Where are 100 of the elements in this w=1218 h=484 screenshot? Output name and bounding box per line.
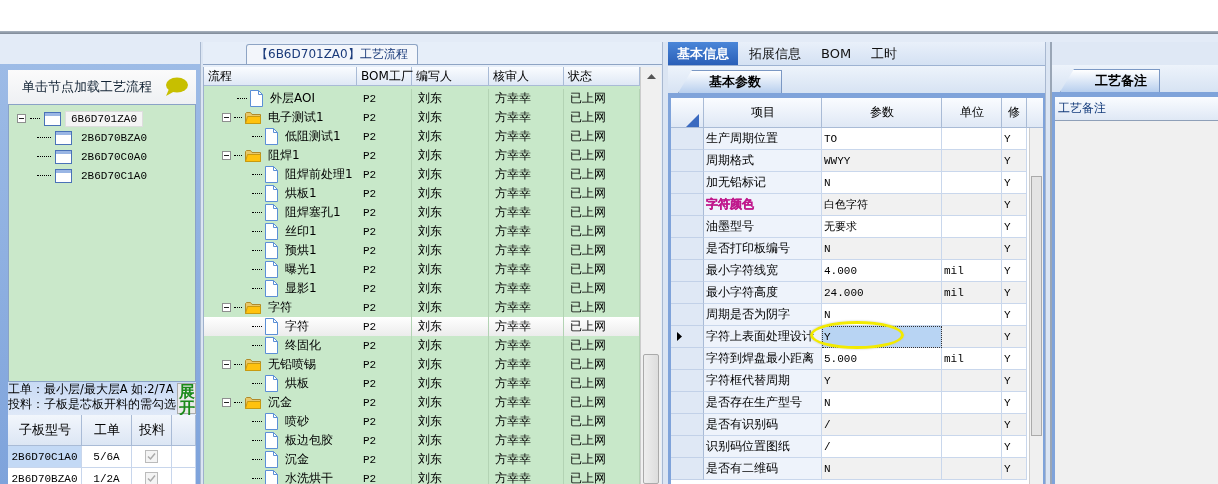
collapse-icon[interactable] bbox=[222, 113, 231, 122]
tree-node[interactable]: 2B6D70BZA0 bbox=[76, 130, 152, 145]
document-icon bbox=[265, 337, 278, 354]
flow-row[interactable]: 沉金 P2 刘东 方幸幸 已上网 bbox=[204, 393, 640, 412]
tab[interactable]: 工艺备注 bbox=[1060, 69, 1160, 92]
table-cell[interactable]: N bbox=[822, 458, 942, 480]
item-label: 字符框代替周期 bbox=[706, 372, 790, 389]
tab[interactable]: 基本信息 bbox=[668, 42, 738, 65]
flow-row[interactable]: 阻焊塞孔1 P2 刘东 方幸幸 已上网 bbox=[204, 203, 640, 222]
tab[interactable]: 拓展信息 bbox=[740, 42, 810, 65]
collapse-icon[interactable] bbox=[222, 398, 231, 407]
table-cell[interactable]: WWYY bbox=[822, 150, 942, 172]
table-cell[interactable]: Y bbox=[822, 326, 942, 348]
table-cell[interactable]: 24.000 bbox=[822, 282, 942, 304]
table-cell: 方幸幸 bbox=[489, 279, 564, 298]
tab[interactable]: 基本参数 bbox=[678, 70, 782, 93]
flow-row[interactable]: 水洗烘干 P2 刘东 方幸幸 已上网 bbox=[204, 469, 640, 484]
collapse-icon[interactable] bbox=[222, 360, 231, 369]
table-cell: P2 bbox=[357, 146, 412, 165]
row-header[interactable] bbox=[671, 326, 704, 348]
tree-node[interactable]: 6B6D701ZA0 bbox=[65, 110, 143, 127]
checkbox[interactable] bbox=[145, 472, 158, 484]
flow-row[interactable]: 丝印1 P2 刘东 方幸幸 已上网 bbox=[204, 222, 640, 241]
step-name: 字符 bbox=[268, 299, 292, 316]
column-header[interactable]: 核审人 bbox=[489, 67, 564, 85]
table-cell: P2 bbox=[357, 469, 412, 484]
flow-row[interactable]: 烘板1 P2 刘东 方幸幸 已上网 bbox=[204, 184, 640, 203]
table-cell: P2 bbox=[357, 241, 412, 260]
scrollbar[interactable] bbox=[640, 67, 661, 484]
column-header[interactable]: 参数 bbox=[822, 98, 942, 127]
table-cell: 刘东 bbox=[412, 241, 489, 260]
scroll-up-icon[interactable] bbox=[645, 73, 657, 80]
tab[interactable]: BOM bbox=[812, 42, 861, 65]
column-header[interactable]: 单位 bbox=[942, 98, 1002, 127]
table-cell: P2 bbox=[357, 336, 412, 355]
table-cell: P2 bbox=[357, 450, 412, 469]
collapse-icon[interactable] bbox=[17, 114, 26, 123]
scroll-thumb[interactable] bbox=[643, 354, 659, 484]
flow-row[interactable]: 烘板 P2 刘东 方幸幸 已上网 bbox=[204, 374, 640, 393]
item-label: 是否有二维码 bbox=[706, 460, 778, 477]
flow-row[interactable]: 电子测试1 P2 刘东 方幸幸 已上网 bbox=[204, 108, 640, 127]
column-header[interactable]: 子板型号 bbox=[8, 415, 82, 446]
table-cell: Y bbox=[1002, 458, 1027, 480]
item-label: 是否存在生产型号 bbox=[706, 394, 802, 411]
column-header[interactable]: BOM工厂 bbox=[357, 67, 412, 85]
document-icon bbox=[265, 261, 278, 278]
flow-row[interactable]: 喷砂 P2 刘东 方幸幸 已上网 bbox=[204, 412, 640, 431]
table-cell: 方幸幸 bbox=[489, 450, 564, 469]
flow-row[interactable]: 显影1 P2 刘东 方幸幸 已上网 bbox=[204, 279, 640, 298]
tree-node[interactable]: 2B6D70C1A0 bbox=[76, 168, 152, 183]
expand-button[interactable]: 展开 bbox=[177, 383, 196, 414]
table-cell[interactable]: N bbox=[822, 238, 942, 260]
table-cell: 刘东 bbox=[412, 146, 489, 165]
flow-row[interactable]: 无铅喷锡 P2 刘东 方幸幸 已上网 bbox=[204, 355, 640, 374]
table-cell[interactable]: / bbox=[822, 414, 942, 436]
flow-row[interactable]: 板边包胶 P2 刘东 方幸幸 已上网 bbox=[204, 431, 640, 450]
table-cell: Y bbox=[1002, 414, 1027, 436]
flow-row[interactable]: 终固化 P2 刘东 方幸幸 已上网 bbox=[204, 336, 640, 355]
scrollbar[interactable] bbox=[1029, 128, 1043, 484]
table-cell: 方幸幸 bbox=[489, 127, 564, 146]
step-name: 无铅喷锡 bbox=[268, 356, 316, 373]
tab[interactable]: 工时 bbox=[862, 42, 907, 65]
column-header[interactable]: 修 bbox=[1002, 98, 1027, 127]
item-label: 是否打印板编号 bbox=[706, 240, 790, 257]
flow-row[interactable]: 曝光1 P2 刘东 方幸幸 已上网 bbox=[204, 260, 640, 279]
column-header[interactable]: 投料 bbox=[132, 415, 172, 446]
tree-node[interactable]: 2B6D70C0A0 bbox=[76, 149, 152, 164]
flow-row[interactable]: 外层AOI P2 刘东 方幸幸 已上网 bbox=[204, 89, 640, 108]
table-cell: 方幸幸 bbox=[489, 336, 564, 355]
column-header[interactable]: 流程 bbox=[204, 67, 357, 85]
table-cell: 刘东 bbox=[412, 89, 489, 108]
step-name: 烘板 bbox=[285, 375, 309, 392]
collapse-icon[interactable] bbox=[222, 303, 231, 312]
table-cell: 刘东 bbox=[412, 260, 489, 279]
table-cell: 方幸幸 bbox=[489, 355, 564, 374]
column-header[interactable]: 项目 bbox=[704, 98, 822, 127]
flow-row[interactable]: 阻焊1 P2 刘东 方幸幸 已上网 bbox=[204, 146, 640, 165]
node-icon bbox=[44, 111, 61, 126]
table-cell: 方幸幸 bbox=[489, 146, 564, 165]
table-cell: 1/2A bbox=[82, 468, 132, 484]
flow-row[interactable]: 字符 P2 刘东 方幸幸 已上网 bbox=[204, 317, 640, 336]
collapse-icon[interactable] bbox=[222, 151, 231, 160]
checkbox[interactable] bbox=[145, 450, 158, 463]
folder-icon bbox=[245, 301, 261, 314]
column-header[interactable]: 编写人 bbox=[412, 67, 489, 85]
flow-row[interactable]: 低阻测试1 P2 刘东 方幸幸 已上网 bbox=[204, 127, 640, 146]
table-cell[interactable]: Y bbox=[822, 370, 942, 392]
table-cell: 刘东 bbox=[412, 127, 489, 146]
table-cell: Y bbox=[1002, 282, 1027, 304]
table-cell: 刘东 bbox=[412, 450, 489, 469]
column-header[interactable]: 工单 bbox=[82, 415, 132, 446]
table-cell[interactable]: 白色字符 bbox=[822, 194, 942, 216]
scroll-thumb[interactable] bbox=[1031, 176, 1042, 436]
item-label: 识别码位置图纸 bbox=[706, 438, 790, 455]
flow-row[interactable]: 阻焊前处理1 P2 刘东 方幸幸 已上网 bbox=[204, 165, 640, 184]
document-icon bbox=[265, 318, 278, 335]
flow-row[interactable]: 沉金 P2 刘东 方幸幸 已上网 bbox=[204, 450, 640, 469]
flow-row[interactable]: 预烘1 P2 刘东 方幸幸 已上网 bbox=[204, 241, 640, 260]
table-cell: P2 bbox=[357, 184, 412, 203]
table-cell: P2 bbox=[357, 431, 412, 450]
